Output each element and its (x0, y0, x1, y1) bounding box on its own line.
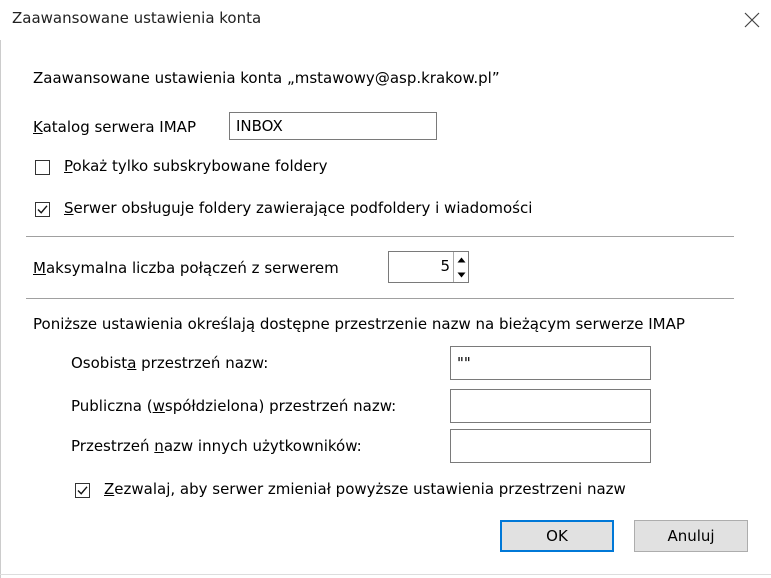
imap-directory-input[interactable] (229, 112, 437, 140)
separator (26, 236, 734, 237)
public-namespace-label: Publiczna (współdzielona) przestrzeń naz… (71, 397, 397, 415)
decrement-button[interactable] (453, 267, 468, 282)
increment-button[interactable] (453, 252, 468, 267)
window-title: Zaawansowane ustawienia konta (12, 9, 262, 27)
advanced-account-settings-dialog: Zaawansowane ustawienia konta Zaawansowa… (0, 0, 771, 578)
namespaces-intro-text: Poniższe ustawienia określają dostępne p… (33, 315, 685, 333)
separator (26, 298, 734, 299)
public-namespace-input[interactable] (450, 389, 651, 423)
server-supports-folders-checkbox[interactable] (35, 202, 50, 217)
triangle-up-icon (457, 257, 465, 262)
personal-namespace-label: Osobista przestrzeń nazw: (71, 354, 269, 372)
checkmark-icon (37, 205, 48, 214)
personal-namespace-input[interactable] (450, 346, 651, 380)
allow-server-override-checkbox[interactable] (75, 483, 90, 498)
window-edge (0, 40, 1, 578)
max-connections-value: 5 (440, 257, 450, 275)
max-connections-label: Maksymalna liczba połączeń z serwerem (33, 259, 339, 277)
window-edge (0, 574, 771, 575)
title-bar[interactable]: Zaawansowane ustawienia konta (0, 0, 771, 40)
imap-directory-label: Katalog serwera IMAP (33, 118, 196, 136)
cancel-button[interactable]: Anuluj (634, 520, 748, 552)
ok-button[interactable]: OK (500, 520, 614, 552)
other-users-namespace-input[interactable] (450, 429, 651, 463)
subscribed-only-label: Pokaż tylko subskrybowane foldery (64, 157, 328, 175)
server-supports-folders-label: Serwer obsługuje foldery zawierające pod… (64, 199, 533, 217)
close-button[interactable] (736, 4, 768, 36)
subscribed-only-checkbox[interactable] (35, 160, 50, 175)
checkmark-icon (77, 486, 88, 495)
triangle-down-icon (457, 272, 465, 277)
close-icon (744, 12, 760, 28)
other-users-namespace-label: Przestrzeń nazw innych użytkowników: (71, 437, 362, 455)
account-header-text: Zaawansowane ustawienia konta „mstawowy@… (33, 69, 500, 87)
allow-server-override-label: Zezwalaj, aby serwer zmieniał powyższe u… (104, 480, 626, 498)
max-connections-stepper[interactable]: 5 (388, 251, 469, 283)
stepper-buttons (453, 252, 468, 282)
